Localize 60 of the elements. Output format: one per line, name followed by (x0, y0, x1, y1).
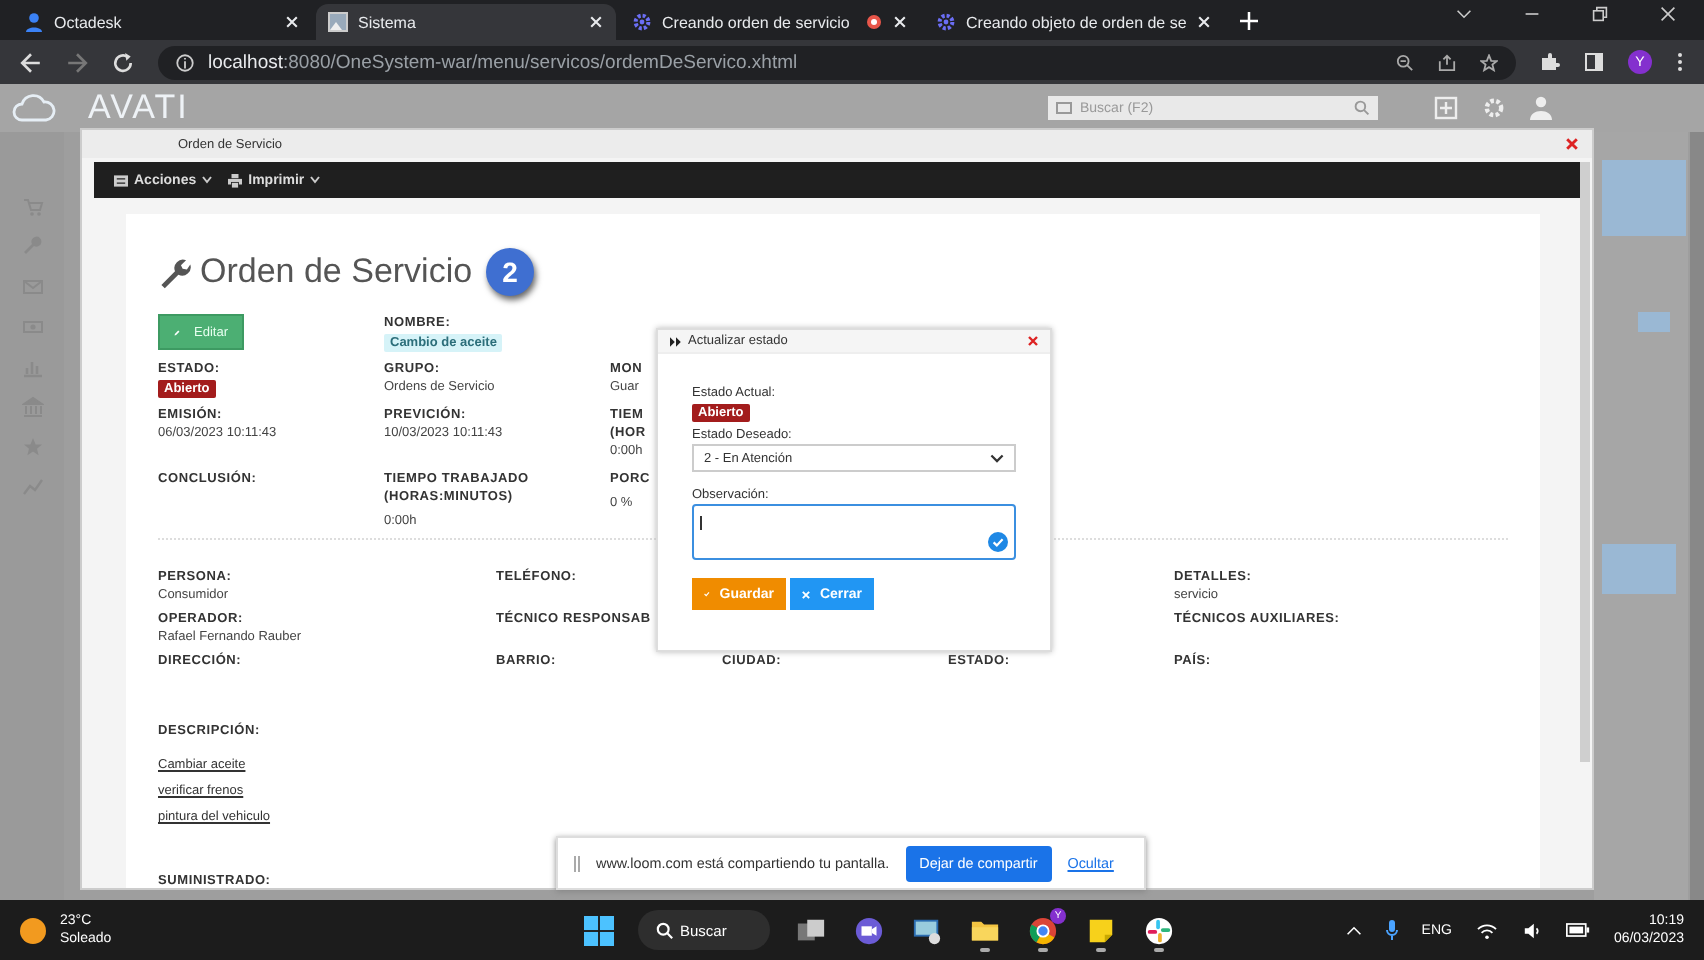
text-cursor (700, 516, 702, 530)
pinwheel-icon[interactable] (1144, 915, 1174, 945)
observation-field[interactable] (692, 504, 1016, 560)
browser-tab[interactable]: Creando orden de servicio (620, 4, 920, 40)
gear-icon (936, 12, 956, 32)
wrench-icon (158, 255, 192, 289)
check-circle-icon (988, 532, 1008, 552)
windows-logo-icon[interactable] (584, 915, 614, 945)
double-arrow-icon (670, 335, 682, 347)
page-heading: Orden de Servicio (200, 252, 473, 292)
note-icon[interactable] (1086, 915, 1116, 945)
share-icon[interactable] (1438, 53, 1456, 71)
panel-background (1602, 160, 1686, 236)
browser-tab[interactable]: Sistema (316, 4, 616, 40)
puzzle-icon[interactable] (1540, 52, 1560, 72)
order-number-badge: 2 (486, 248, 535, 296)
address-field[interactable]: localhost:8080/OneSystem-war/menu/servicos/ordemDeServico.xhtml (158, 45, 1516, 79)
panel-background (1638, 312, 1670, 332)
gear-icon (632, 12, 652, 32)
restore-icon[interactable] (1592, 6, 1608, 22)
printer-icon (228, 173, 243, 187)
wifi-icon[interactable] (1475, 921, 1498, 939)
scrollbar[interactable] (1580, 162, 1590, 762)
video-camera-icon[interactable] (854, 915, 884, 945)
back-arrow-icon[interactable] (20, 51, 42, 73)
info-icon[interactable] (176, 53, 194, 71)
battery-icon[interactable] (1565, 922, 1590, 938)
person-icon (24, 12, 44, 32)
scrollbar[interactable] (1690, 132, 1704, 900)
speaker-icon[interactable] (1521, 921, 1542, 939)
chevron-down-icon[interactable] (1456, 6, 1472, 22)
checkmark-icon (704, 588, 710, 600)
more-menu-icon[interactable] (1676, 52, 1684, 72)
close-icon (802, 589, 810, 599)
list-icon (114, 173, 128, 187)
sun-icon (20, 917, 46, 943)
search-icon (656, 921, 674, 939)
image-icon (328, 12, 348, 32)
app-logo: AVATI (88, 88, 189, 128)
star-icon[interactable] (1480, 53, 1498, 71)
drag-handle-icon[interactable] (574, 855, 580, 871)
pencil-icon (174, 325, 181, 339)
zoom-icon[interactable] (1396, 53, 1414, 71)
reload-icon[interactable] (112, 51, 134, 73)
browser-icon[interactable] (1028, 915, 1058, 945)
panel-background (1602, 544, 1676, 594)
browser-tab[interactable]: Creando objeto de orden de se (924, 4, 1224, 40)
chevron-down-icon (990, 453, 1004, 463)
chevron-up-icon[interactable] (1345, 925, 1362, 935)
forward-arrow-icon[interactable] (66, 51, 88, 73)
keyboard-icon (1056, 102, 1072, 114)
microphone-icon[interactable] (1385, 920, 1398, 940)
monitor-icon[interactable] (912, 915, 942, 945)
plus-icon[interactable] (1240, 12, 1258, 30)
cloud-icon (12, 94, 56, 122)
sidebar-icon[interactable] (1584, 52, 1604, 72)
caret-icon (310, 176, 321, 184)
caret-icon (202, 176, 213, 184)
overlapping-windows-icon[interactable] (796, 915, 826, 945)
browser-tab[interactable]: Octadesk (12, 4, 312, 40)
